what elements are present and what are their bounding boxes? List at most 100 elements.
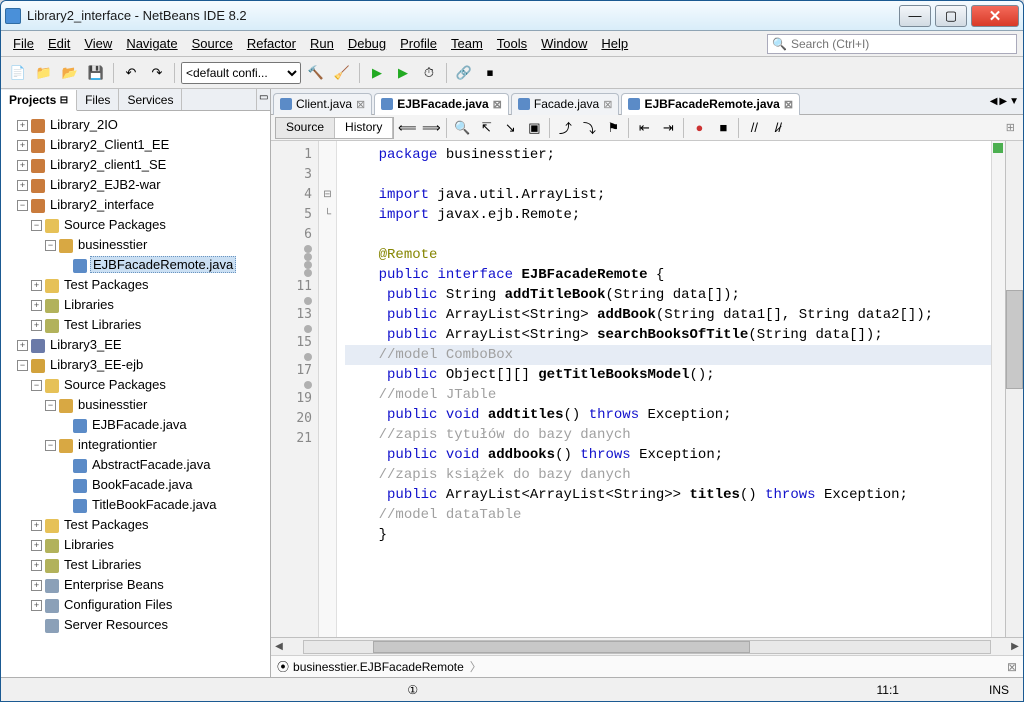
menu-help[interactable]: Help: [595, 33, 634, 54]
find-prev-icon[interactable]: ↸: [475, 117, 497, 139]
tree-node-srcpkg[interactable]: −Source Packages −businesstier EJBFacade…: [31, 215, 268, 275]
tree-node-libraries2[interactable]: +Libraries: [31, 535, 268, 555]
tree-node-businesstier[interactable]: −businesstier EJBFacadeRemote.java: [45, 235, 268, 275]
code-area[interactable]: package businesstier; import java.util.A…: [337, 141, 991, 637]
menu-edit[interactable]: Edit: [42, 33, 76, 54]
search-input[interactable]: [791, 37, 1012, 51]
menu-run[interactable]: Run: [304, 33, 340, 54]
code-editor[interactable]: 1345611131517192021 ⊟└ package businesst…: [271, 141, 1023, 637]
open-project-icon[interactable]: 📂: [59, 62, 81, 84]
tab-facade[interactable]: Facade.java⊠: [511, 93, 620, 115]
tree-node-integrationtier[interactable]: −integrationtier AbstractFacade.java Boo…: [45, 435, 268, 515]
fold-gutter[interactable]: ⊟└: [319, 141, 337, 637]
debug-icon[interactable]: ▶: [392, 62, 414, 84]
close-breadcrumb-icon[interactable]: ⊠: [1007, 660, 1017, 674]
comment-icon[interactable]: //: [743, 117, 765, 139]
tree-node-entbeans[interactable]: +Enterprise Beans: [31, 575, 268, 595]
scroll-right-icon[interactable]: ▶: [999, 96, 1007, 107]
editor-tab-source[interactable]: Source: [276, 118, 335, 138]
members-icon[interactable]: ⦿: [277, 658, 289, 675]
titlebar[interactable]: Library2_interface - NetBeans IDE 8.2 — …: [1, 1, 1023, 31]
menu-window[interactable]: Window: [535, 33, 593, 54]
new-project-icon[interactable]: 📁: [33, 62, 55, 84]
tree-node-client1se[interactable]: +Library2_client1_SE: [17, 155, 268, 175]
toggle-bookmark-icon[interactable]: ⚑: [602, 117, 624, 139]
menu-team[interactable]: Team: [445, 33, 489, 54]
tab-files[interactable]: Files: [77, 89, 119, 110]
project-tree[interactable]: +Library_2IO +Library2_Client1_EE +Libra…: [1, 111, 270, 677]
tree-node-testlib2[interactable]: +Test Libraries: [31, 555, 268, 575]
tree-node-ejbfacaderemote[interactable]: EJBFacadeRemote.java: [59, 255, 268, 275]
tree-node-testlib[interactable]: +Test Libraries: [31, 315, 268, 335]
close-icon[interactable]: ⊠: [784, 98, 793, 111]
scroll-left-icon[interactable]: ◀: [990, 96, 998, 107]
menu-debug[interactable]: Debug: [342, 33, 392, 54]
show-list-icon[interactable]: ▼: [1009, 96, 1019, 107]
tab-ejbfacaderemote[interactable]: EJBFacadeRemote.java⊠: [621, 93, 800, 115]
tree-node-library3ee[interactable]: +Library3_EE: [17, 335, 268, 355]
tree-node-businesstier2[interactable]: −businesstier EJBFacade.java: [45, 395, 268, 435]
scroll-right-arrow-icon[interactable]: ▶: [1007, 641, 1023, 652]
minimize-button[interactable]: —: [899, 5, 931, 27]
macro-stop-icon[interactable]: ■: [712, 117, 734, 139]
redo-icon[interactable]: ↷: [146, 62, 168, 84]
shift-right-icon[interactable]: ⇥: [657, 117, 679, 139]
tree-node-svrres[interactable]: Server Resources: [31, 615, 268, 635]
menu-refactor[interactable]: Refactor: [241, 33, 302, 54]
tab-ejbfacade[interactable]: EJBFacade.java⊠: [374, 93, 509, 115]
undo-icon[interactable]: ↶: [120, 62, 142, 84]
find-next-icon[interactable]: ↘: [499, 117, 521, 139]
maximize-button[interactable]: ▢: [935, 5, 967, 27]
vertical-scrollbar[interactable]: [1005, 141, 1023, 637]
tree-node-libraries[interactable]: +Libraries: [31, 295, 268, 315]
tree-node-ejb2war[interactable]: +Library2_EJB2-war: [17, 175, 268, 195]
tree-node-srcpkg2[interactable]: −Source Packages −businesstier EJBFacade…: [31, 375, 268, 515]
find-selection-icon[interactable]: 🔍: [451, 117, 473, 139]
minimize-panel-icon[interactable]: ▭: [256, 89, 270, 110]
menu-file[interactable]: File: [7, 33, 40, 54]
new-file-icon[interactable]: 📄: [7, 62, 29, 84]
macro-rec-icon[interactable]: ●: [688, 117, 710, 139]
shift-left-icon[interactable]: ⇤: [633, 117, 655, 139]
close-icon[interactable]: ⊠: [356, 98, 365, 111]
tree-node-testpkg[interactable]: +Test Packages: [31, 275, 268, 295]
build-icon[interactable]: 🔨: [305, 62, 327, 84]
menu-source[interactable]: Source: [186, 33, 239, 54]
nav-back-icon[interactable]: ⟸: [396, 117, 418, 139]
quick-search[interactable]: 🔍: [767, 34, 1017, 54]
tree-node-library2io[interactable]: +Library_2IO: [17, 115, 268, 135]
tree-node-cfgfiles[interactable]: +Configuration Files: [31, 595, 268, 615]
insert-mode[interactable]: INS: [989, 683, 1009, 697]
push-pin-icon[interactable]: ⊟: [60, 95, 68, 106]
tree-node-abstractfacade[interactable]: AbstractFacade.java: [59, 455, 268, 475]
tree-node-ejbfacade[interactable]: EJBFacade.java: [59, 415, 268, 435]
breadcrumb-segment[interactable]: businesstier.EJBFacadeRemote: [289, 660, 468, 674]
close-icon[interactable]: ⊠: [603, 98, 612, 111]
line-gutter[interactable]: 1345611131517192021: [271, 141, 319, 637]
tree-node-library3eeejb[interactable]: −Library3_EE-ejb −Source Packages −busin…: [17, 355, 268, 635]
nav-fwd-icon[interactable]: ⟹: [420, 117, 442, 139]
editor-tab-history[interactable]: History: [335, 118, 393, 138]
attach-debugger-icon[interactable]: 🔗: [453, 62, 475, 84]
tree-node-titlebookfacade[interactable]: TitleBookFacade.java: [59, 495, 268, 515]
close-button[interactable]: ✕: [971, 5, 1019, 27]
tree-node-bookfacade[interactable]: BookFacade.java: [59, 475, 268, 495]
close-icon[interactable]: ⊠: [493, 98, 502, 111]
menu-navigate[interactable]: Navigate: [120, 33, 183, 54]
error-stripe[interactable]: [991, 141, 1005, 637]
clean-build-icon[interactable]: 🧹: [331, 62, 353, 84]
notifications-icon[interactable]: ①: [407, 683, 418, 697]
menu-view[interactable]: View: [78, 33, 118, 54]
tab-client[interactable]: Client.java⊠: [273, 93, 372, 115]
tab-projects[interactable]: Projects ⊟: [1, 90, 77, 111]
run-icon[interactable]: ▶: [366, 62, 388, 84]
uncomment-icon[interactable]: /̷/: [767, 117, 789, 139]
save-all-icon[interactable]: 💾: [85, 62, 107, 84]
stop-icon[interactable]: ⏹: [479, 62, 501, 84]
profile-icon[interactable]: ⏱: [418, 62, 440, 84]
config-select[interactable]: <default confi...: [181, 62, 301, 84]
tree-node-testpkg2[interactable]: +Test Packages: [31, 515, 268, 535]
horizontal-scrollbar[interactable]: ◀ ▶: [271, 637, 1023, 655]
prev-bookmark-icon[interactable]: ⤴: [554, 117, 576, 139]
toggle-highlight-icon[interactable]: ▣: [523, 117, 545, 139]
